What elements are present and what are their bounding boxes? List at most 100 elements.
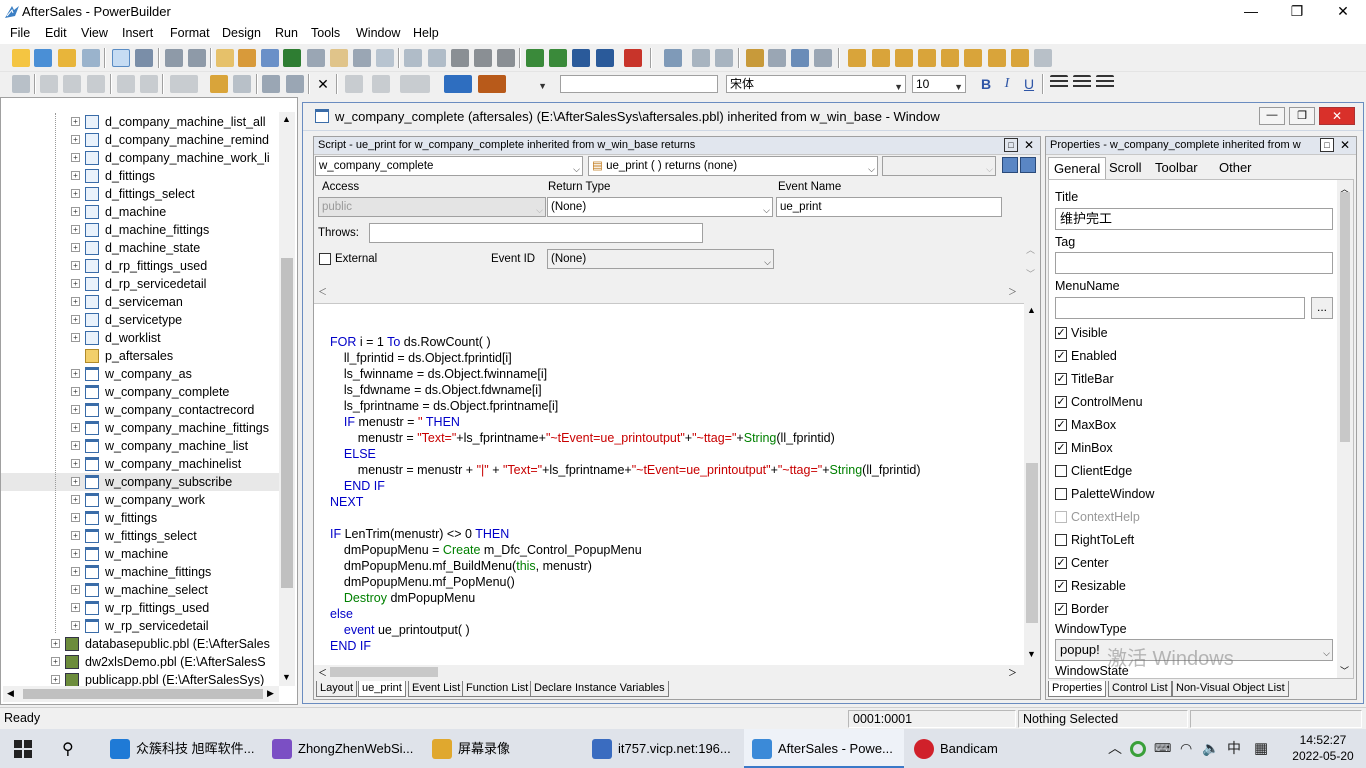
tree-item[interactable]: + d_company_machine_list_all (1, 113, 279, 131)
tree-item[interactable]: + d_worklist (1, 329, 279, 347)
code-line[interactable]: else (330, 606, 353, 622)
tab-non-visual-object-list[interactable]: Non-Visual Object List (1172, 681, 1289, 697)
obj5-icon[interactable] (941, 49, 959, 67)
checkbox-righttoleft[interactable]: RightToLeft (1055, 531, 1255, 549)
properties-vscrollbar[interactable]: ︿ ﹀ (1337, 180, 1353, 678)
tab-event-list[interactable]: Event List (408, 681, 465, 697)
event-select[interactable]: ▤ ue_print ( ) returns (none) ⌵ (588, 156, 878, 176)
window-cascade-icon[interactable] (664, 49, 682, 67)
tree-item[interactable]: + w_machine (1, 545, 279, 563)
tree-expand-icon[interactable]: + (71, 135, 80, 144)
close-button[interactable]: ✕ (1320, 0, 1366, 24)
layout-dropdown-icon[interactable] (400, 75, 430, 93)
tree-expand-icon[interactable]: + (71, 441, 80, 450)
tool3-icon[interactable] (497, 49, 515, 67)
undo-icon[interactable] (117, 75, 135, 93)
checkbox-controlmenu[interactable]: ✓ ControlMenu (1055, 393, 1255, 411)
tree-item[interactable]: + w_rp_fittings_used (1, 599, 279, 617)
menu-window[interactable]: Window (356, 26, 400, 40)
obj8-icon[interactable] (1011, 49, 1029, 67)
tree-item[interactable]: + w_company_machinelist (1, 455, 279, 473)
tree-item[interactable]: + d_servicetype (1, 311, 279, 329)
checkbox-box[interactable] (1055, 534, 1067, 546)
taskbar-item[interactable]: it757.vicp.net:196... (584, 729, 742, 768)
ime-grid-icon[interactable]: ▦ (1254, 729, 1268, 768)
checkmark-icon[interactable]: ✓ (1055, 580, 1067, 592)
external-checkbox[interactable] (319, 253, 331, 265)
taskbar-item[interactable]: 屏幕录像 (424, 729, 582, 768)
edit-icon[interactable] (376, 49, 394, 67)
header-scroll-right-icon[interactable]: ＞ (1008, 285, 1017, 298)
object-select[interactable]: w_company_complete ⌵ (315, 156, 583, 176)
tab-ue-print[interactable]: ue_print (358, 681, 406, 697)
deploy-icon[interactable] (428, 49, 446, 67)
checkbox-box[interactable] (1055, 488, 1067, 500)
painter-restore-button[interactable]: ❐ (1289, 107, 1315, 125)
tree-item[interactable]: + dw2xlsDemo.pbl (E:\AfterSalesS (1, 653, 279, 671)
checkbox-border[interactable]: ✓ Border (1055, 600, 1255, 618)
menu-view[interactable]: View (81, 26, 108, 40)
tree-item[interactable]: + d_machine (1, 203, 279, 221)
taskbar-item[interactable]: ZhongZhenWebSi... (264, 729, 422, 768)
save-icon[interactable] (12, 75, 30, 93)
code-scroll-up-icon[interactable]: ▲ (1027, 305, 1036, 315)
checkmark-icon[interactable]: ✓ (1055, 603, 1067, 615)
tree-expand-icon[interactable]: + (71, 621, 80, 630)
checkbox-minbox[interactable]: ✓ MinBox (1055, 439, 1255, 457)
checkmark-icon[interactable]: ✓ (1055, 327, 1067, 339)
access-select[interactable]: public ⌵ (318, 197, 546, 217)
code-hscrollbar[interactable]: ＜ ＞ (314, 665, 1024, 679)
clock[interactable]: 14:52:27 2022-05-20 (1290, 732, 1356, 764)
code-line[interactable]: END IF (330, 638, 371, 654)
tree-item[interactable]: + w_company_machine_fittings (1, 419, 279, 437)
tree-expand-icon[interactable]: + (71, 153, 80, 162)
font-size-select[interactable]: 10 ▼ (912, 75, 966, 93)
color-dropdown-icon[interactable] (444, 75, 472, 93)
checkbox-maxbox[interactable]: ✓ MaxBox (1055, 416, 1255, 434)
painter-close-button[interactable]: ✕ (1319, 107, 1355, 125)
code-line[interactable]: IF menustr = '' THEN (330, 414, 460, 430)
tray-app-icon[interactable] (1130, 741, 1146, 757)
obj9-icon[interactable] (1034, 49, 1052, 67)
clip-icon[interactable] (238, 49, 256, 67)
throws-input[interactable] (369, 223, 703, 243)
windows-start-icon[interactable] (14, 740, 32, 758)
tree-item[interactable]: + d_rp_fittings_used (1, 257, 279, 275)
output-icon[interactable] (165, 49, 183, 67)
script-maximize-icon[interactable]: □ (1004, 138, 1018, 152)
tree-expand-icon[interactable]: + (71, 459, 80, 468)
checkmark-icon[interactable]: ✓ (1055, 419, 1067, 431)
bold-button[interactable]: B (977, 75, 995, 93)
tree-item[interactable]: + w_machine_fittings (1, 563, 279, 581)
inherit-icon[interactable] (34, 49, 52, 67)
code-line[interactable]: ls_fwinname = ds.Object.fwinname[i] (330, 366, 547, 382)
header-scroll-up-icon[interactable]: ︿ (1026, 243, 1035, 256)
tree-vscroll-thumb[interactable] (281, 258, 293, 588)
tree-expand-icon[interactable]: + (71, 549, 80, 558)
style-dropdown[interactable]: ▼ (513, 75, 549, 93)
menu-tools[interactable]: Tools (311, 26, 340, 40)
tree-item[interactable]: + w_machine_select (1, 581, 279, 599)
file-editor-icon[interactable] (330, 49, 348, 67)
tree-item[interactable]: p_aftersales (1, 347, 279, 365)
tree-item[interactable]: + w_rp_servicedetail (1, 617, 279, 635)
tree-expand-icon[interactable]: + (71, 279, 80, 288)
tabs-icon[interactable] (262, 75, 280, 93)
script-icon[interactable] (210, 75, 228, 93)
tree-item[interactable]: + d_company_machine_work_li (1, 149, 279, 167)
tree-expand-icon[interactable]: + (71, 531, 80, 540)
tree-expand-icon[interactable]: + (71, 189, 80, 198)
db-profile-icon[interactable] (353, 49, 371, 67)
tab-scroll[interactable]: Scroll (1104, 157, 1147, 179)
tool5-icon[interactable] (768, 49, 786, 67)
tree-item[interactable]: + d_fittings (1, 167, 279, 185)
tool-icon[interactable] (451, 49, 469, 67)
tree-item[interactable]: + d_company_machine_remind (1, 131, 279, 149)
return-type-select[interactable]: (None) ⌵ (547, 197, 773, 217)
library-icon[interactable] (112, 49, 130, 67)
checkbox-enabled[interactable]: ✓ Enabled (1055, 347, 1255, 365)
tree-expand-icon[interactable]: + (71, 369, 80, 378)
browser-icon[interactable] (216, 49, 234, 67)
redo-icon[interactable] (140, 75, 158, 93)
checkbox-box[interactable] (1055, 511, 1067, 523)
